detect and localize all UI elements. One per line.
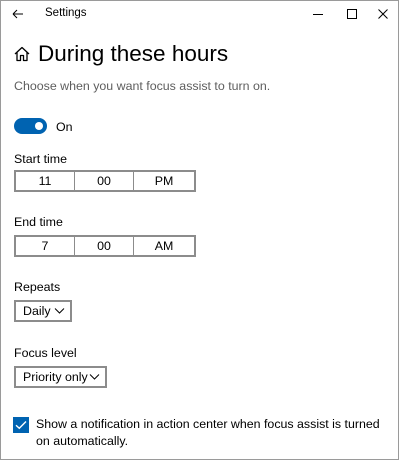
page-title: During these hours (38, 41, 229, 66)
minimize-button[interactable] (307, 4, 329, 24)
maximize-button[interactable] (341, 4, 363, 24)
end-minute[interactable]: 00 (75, 237, 134, 255)
repeats-label: Repeats (14, 280, 61, 294)
window-title: Settings (45, 7, 87, 19)
minimize-icon (313, 14, 323, 15)
settings-window: Settings During these hours Choose when … (0, 0, 399, 460)
repeats-dropdown[interactable]: Daily (14, 300, 72, 322)
start-hour[interactable]: 11 (16, 172, 75, 190)
chevron-down-icon (89, 374, 100, 380)
start-minute[interactable]: 00 (75, 172, 134, 190)
notification-label: Show a notification in action center whe… (36, 417, 380, 448)
focus-level-label: Focus level (14, 346, 77, 360)
focus-assist-toggle[interactable] (14, 118, 47, 134)
back-arrow-icon (12, 9, 23, 19)
toggle-knob (35, 122, 43, 130)
start-time-label: Start time (14, 152, 68, 166)
title-bar: Settings (1, 1, 398, 27)
start-period[interactable]: PM (134, 172, 194, 190)
back-button[interactable] (7, 4, 29, 24)
notification-checkbox[interactable] (13, 417, 29, 433)
start-time-picker[interactable]: 11 00 PM (14, 170, 196, 192)
checkmark-icon (15, 421, 27, 430)
toggle-state-label: On (56, 120, 73, 134)
close-button[interactable] (372, 4, 394, 24)
chevron-down-icon (54, 308, 65, 314)
end-time-picker[interactable]: 7 00 AM (14, 235, 196, 257)
end-hour[interactable]: 7 (16, 237, 75, 255)
page-subtitle: Choose when you want focus assist to tur… (14, 79, 271, 93)
maximize-icon (347, 9, 357, 19)
end-time-label: End time (14, 215, 63, 229)
focus-level-selected: Priority only (23, 370, 88, 384)
focus-level-dropdown[interactable]: Priority only (14, 366, 107, 388)
repeats-selected: Daily (23, 304, 51, 318)
home-icon (13, 45, 31, 63)
end-period[interactable]: AM (134, 237, 194, 255)
close-icon (378, 9, 388, 19)
